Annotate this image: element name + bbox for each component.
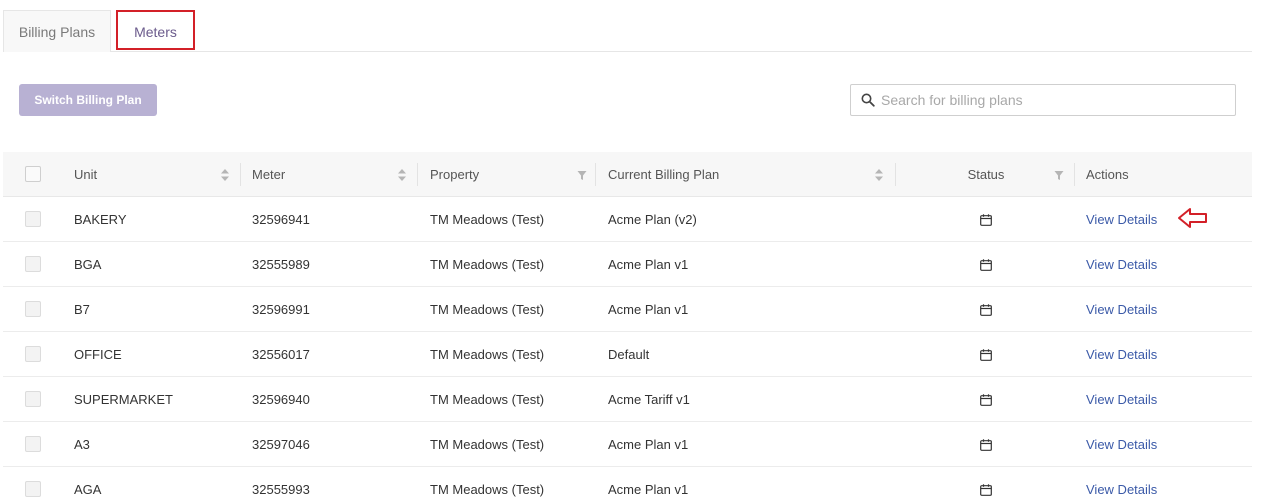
row-checkbox-cell <box>3 332 63 377</box>
unit-cell: BAKERY <box>74 212 127 227</box>
property-cell: TM Meadows (Test) <box>430 392 545 407</box>
property-cell: TM Meadows (Test) <box>430 212 545 227</box>
row-checkbox-cell <box>3 287 63 332</box>
row-checkbox[interactable] <box>25 436 41 452</box>
status-cell <box>896 377 1076 422</box>
row-checkbox[interactable] <box>25 301 41 317</box>
search-input[interactable] <box>881 85 1231 115</box>
billing-plan-cell: Acme Plan (v2) <box>608 212 697 227</box>
status-cell <box>896 422 1076 467</box>
unit-cell: AGA <box>74 482 102 497</box>
property-cell: TM Meadows (Test) <box>430 302 545 317</box>
status-cell <box>896 467 1076 501</box>
row-checkbox[interactable] <box>25 211 41 227</box>
billing-plan-cell: Acme Plan v1 <box>608 257 689 272</box>
table-row: A3 32597046 TM Meadows (Test) Acme Plan … <box>3 422 1252 467</box>
meter-cell: 32555989 <box>252 257 310 272</box>
calendar-icon[interactable] <box>980 393 992 406</box>
calendar-icon[interactable] <box>980 483 992 496</box>
billing-plan-cell: Default <box>608 347 650 362</box>
table-row: B7 32596991 TM Meadows (Test) Acme Plan … <box>3 287 1252 332</box>
column-header-meter[interactable]: Meter <box>252 152 285 197</box>
property-cell: TM Meadows (Test) <box>430 437 545 452</box>
view-details-link[interactable]: View Details <box>1086 422 1157 467</box>
property-cell: TM Meadows (Test) <box>430 347 545 362</box>
meter-cell: 32556017 <box>252 347 310 362</box>
unit-cell: BGA <box>74 257 102 272</box>
calendar-icon[interactable] <box>980 213 992 226</box>
row-checkbox-cell <box>3 242 63 287</box>
row-checkbox-cell <box>3 377 63 422</box>
table-row: BAKERY 32596941 TM Meadows (Test) Acme P… <box>3 197 1252 242</box>
meters-table: Unit Meter Property Current Billing Plan… <box>3 152 1252 501</box>
filter-icon[interactable] <box>1054 168 1064 182</box>
column-divider <box>240 163 241 186</box>
meter-cell: 32555993 <box>252 482 310 497</box>
property-cell: TM Meadows (Test) <box>430 482 545 497</box>
table-row: BGA 32555989 TM Meadows (Test) Acme Plan… <box>3 242 1252 287</box>
sort-icon[interactable] <box>874 168 884 182</box>
status-cell <box>896 332 1076 377</box>
unit-cell: A3 <box>74 437 90 452</box>
unit-cell: B7 <box>74 302 90 317</box>
billing-plan-cell: Acme Plan v1 <box>608 482 689 497</box>
select-all-checkbox[interactable] <box>25 166 41 182</box>
calendar-icon[interactable] <box>980 258 992 271</box>
view-details-link[interactable]: View Details <box>1086 377 1157 422</box>
column-divider <box>1074 163 1075 186</box>
row-checkbox-cell <box>3 197 63 242</box>
calendar-icon[interactable] <box>980 348 992 361</box>
view-details-link[interactable]: View Details <box>1086 197 1157 242</box>
view-details-link[interactable]: View Details <box>1086 287 1157 332</box>
unit-cell: SUPERMARKET <box>74 392 173 407</box>
calendar-icon[interactable] <box>980 438 992 451</box>
meter-cell: 32596940 <box>252 392 310 407</box>
column-header-unit[interactable]: Unit <box>74 152 97 197</box>
row-checkbox[interactable] <box>25 481 41 497</box>
switch-billing-plan-button[interactable]: Switch Billing Plan <box>19 84 157 116</box>
billing-plan-cell: Acme Plan v1 <box>608 437 689 452</box>
tab-meters[interactable]: Meters <box>116 10 195 50</box>
view-details-link[interactable]: View Details <box>1086 332 1157 377</box>
arrow-left-icon <box>1178 208 1207 228</box>
column-header-actions: Actions <box>1086 167 1129 182</box>
meter-cell: 32596941 <box>252 212 310 227</box>
table-row: OFFICE 32556017 TM Meadows (Test) Defaul… <box>3 332 1252 377</box>
row-checkbox-cell <box>3 467 63 501</box>
billing-plan-cell: Acme Tariff v1 <box>608 392 690 407</box>
unit-cell: OFFICE <box>74 347 122 362</box>
meter-cell: 32596991 <box>252 302 310 317</box>
table-header: Unit Meter Property Current Billing Plan… <box>3 152 1252 197</box>
column-header-current-billing-plan[interactable]: Current Billing Plan <box>608 152 719 197</box>
column-header-status: Status <box>967 167 1005 182</box>
row-checkbox[interactable] <box>25 346 41 362</box>
tab-bar: Billing Plans Meters <box>3 10 1252 52</box>
view-details-link[interactable]: View Details <box>1086 467 1157 501</box>
tab-billing-plans[interactable]: Billing Plans <box>3 10 111 52</box>
sort-icon[interactable] <box>220 168 230 182</box>
filter-icon[interactable] <box>577 168 587 182</box>
calendar-icon[interactable] <box>980 303 992 316</box>
header-checkbox-cell <box>3 152 63 197</box>
status-cell <box>896 242 1076 287</box>
search-box <box>850 84 1236 116</box>
sort-icon[interactable] <box>397 168 407 182</box>
status-cell <box>896 197 1076 242</box>
billing-plan-cell: Acme Plan v1 <box>608 302 689 317</box>
status-cell <box>896 287 1076 332</box>
row-checkbox-cell <box>3 422 63 467</box>
column-divider <box>417 163 418 186</box>
column-header-property[interactable]: Property <box>430 152 479 197</box>
table-row: SUPERMARKET 32596940 TM Meadows (Test) A… <box>3 377 1252 422</box>
row-checkbox[interactable] <box>25 256 41 272</box>
search-icon <box>861 93 875 107</box>
table-row: AGA 32555993 TM Meadows (Test) Acme Plan… <box>3 467 1252 501</box>
view-details-link[interactable]: View Details <box>1086 242 1157 287</box>
meter-cell: 32597046 <box>252 437 310 452</box>
column-divider <box>595 163 596 186</box>
property-cell: TM Meadows (Test) <box>430 257 545 272</box>
row-checkbox[interactable] <box>25 391 41 407</box>
